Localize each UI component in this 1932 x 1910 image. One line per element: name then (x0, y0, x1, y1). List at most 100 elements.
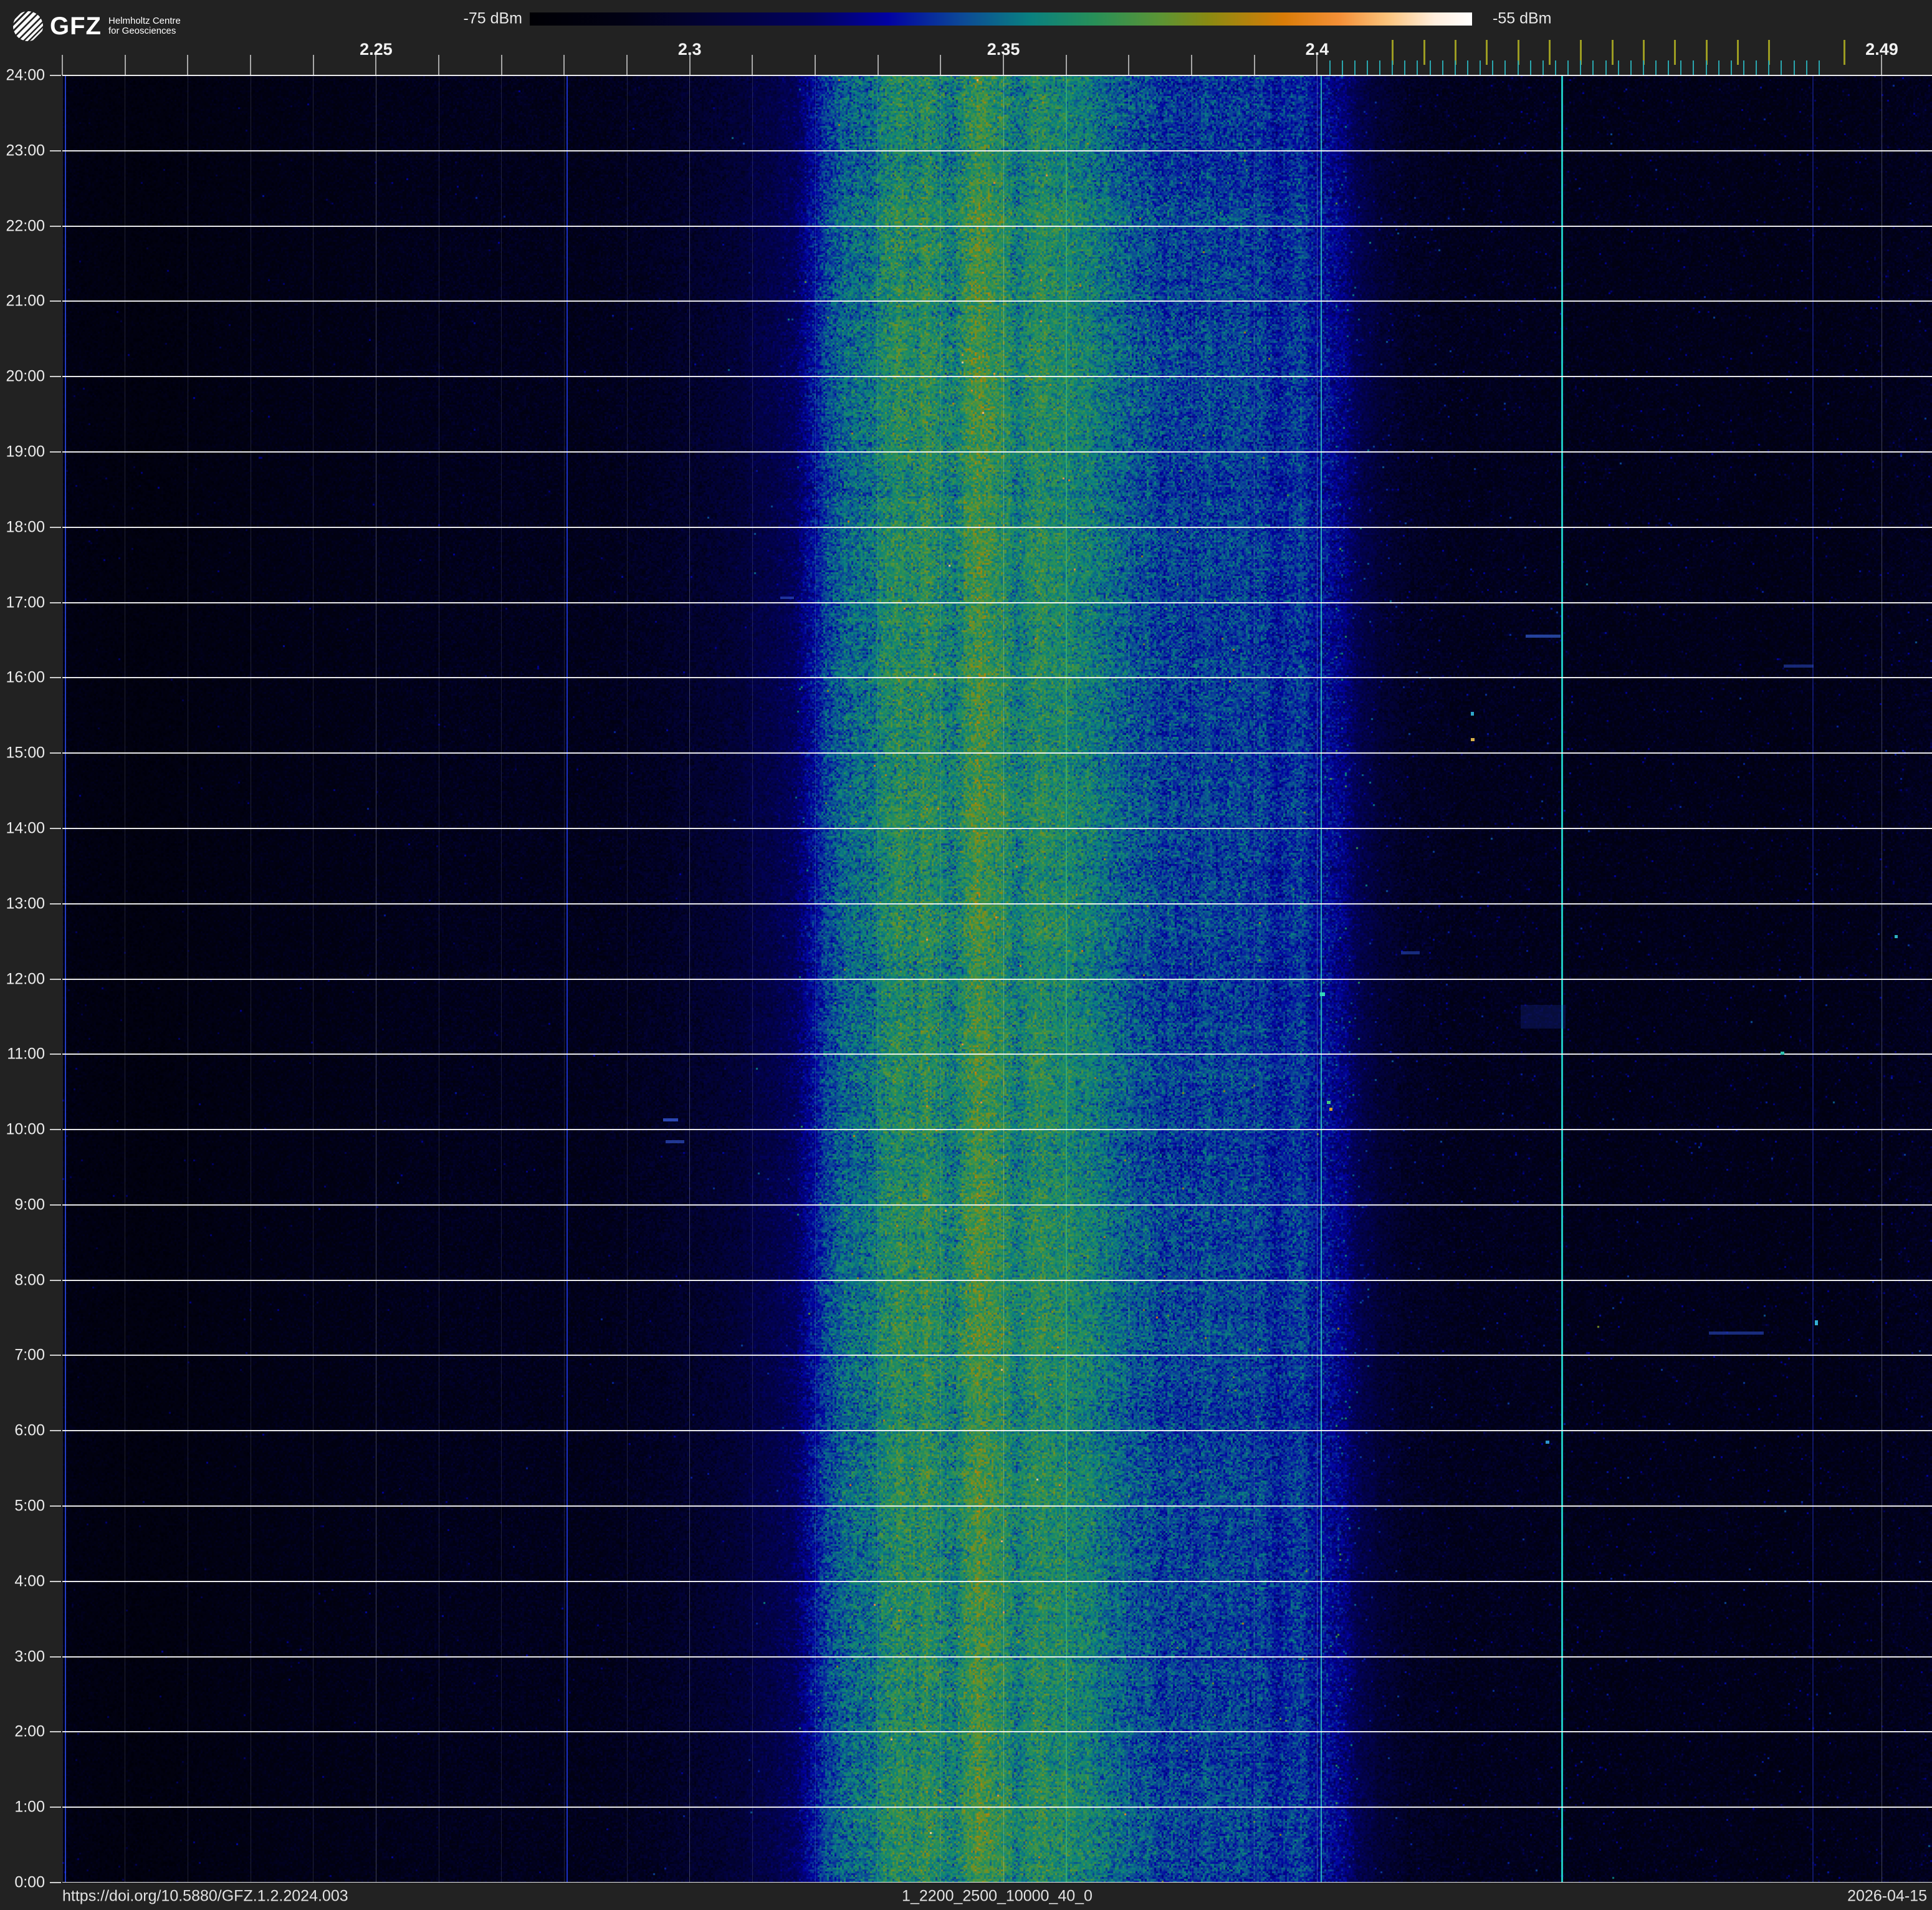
hour-gridline (62, 376, 1932, 377)
hour-gridline (62, 451, 1932, 453)
signal-event (1327, 1101, 1331, 1104)
doi-link[interactable]: https://doi.org/10.5880/GFZ.1.2.2024.003 (62, 1888, 348, 1906)
wifi-channel-tick (1486, 40, 1488, 65)
ble-channel-tick (1680, 60, 1681, 75)
signal-event (1521, 1005, 1566, 1029)
frequency-tick (815, 55, 816, 75)
frequency-axis: 2.25 2.3 2.35 2.4 2.49 (0, 0, 1932, 75)
time-tick-label: 15:00 (6, 744, 45, 762)
time-tick-label: 22:00 (6, 217, 45, 235)
time-tick (50, 979, 61, 980)
frequency-tick (125, 55, 126, 75)
ble-channel-tick (1392, 60, 1393, 75)
hour-gridline (62, 150, 1932, 151)
hour-gridline (62, 75, 1932, 76)
frequency-tick (1128, 55, 1129, 75)
signal-event (1815, 1320, 1818, 1325)
signal-event (1401, 951, 1420, 954)
ble-channel-tick (1417, 60, 1418, 75)
ble-channel-tick (1655, 60, 1657, 75)
time-tick (50, 903, 61, 905)
ble-channel-tick (1430, 60, 1431, 75)
ble-channel-tick (1731, 60, 1732, 75)
time-tick-label: 11:00 (7, 1045, 45, 1063)
hour-gridline (62, 752, 1932, 754)
signal-event (1471, 712, 1474, 716)
signal-event (666, 1140, 684, 1143)
frequency-tick (438, 55, 439, 75)
frequency-tick (1254, 55, 1255, 75)
ble-channel-tick (1706, 60, 1707, 75)
ble-channel-tick (1367, 60, 1368, 75)
hour-gridline (62, 300, 1932, 302)
wifi-channel-tick (1674, 40, 1676, 65)
time-tick-label: 1:00 (14, 1798, 45, 1816)
signal-event (1546, 1441, 1549, 1444)
time-tick-label: 19:00 (6, 443, 45, 461)
time-tick-label: 6:00 (14, 1422, 45, 1440)
hour-gridline (62, 903, 1932, 905)
time-tick-label: 10:00 (6, 1121, 45, 1139)
hour-gridline (62, 527, 1932, 528)
signal-event (1471, 738, 1475, 741)
ble-channel-tick (1630, 60, 1632, 75)
wifi-channel-tick (1549, 40, 1551, 65)
frequency-tick-label: 2.35 (987, 40, 1020, 59)
hour-gridline (62, 1807, 1932, 1808)
signal-event (1320, 992, 1325, 996)
frequency-tick (878, 55, 879, 75)
ble-channel-tick (1819, 60, 1820, 75)
ble-channel-tick (1580, 60, 1581, 75)
time-tick (50, 527, 61, 528)
time-tick (50, 1355, 61, 1356)
time-tick (50, 226, 61, 227)
time-tick-label: 2:00 (14, 1723, 45, 1741)
signal-event (1526, 635, 1561, 638)
time-tick-label: 14:00 (6, 819, 45, 837)
time-tick (50, 1430, 61, 1431)
time-tick-label: 12:00 (6, 970, 45, 988)
ble-channel-tick (1768, 60, 1769, 75)
ble-channel-tick (1567, 60, 1569, 75)
time-tick-label: 17:00 (6, 593, 45, 612)
time-tick (50, 677, 61, 678)
hour-gridline (62, 1505, 1932, 1507)
hour-gridline (62, 1656, 1932, 1658)
frequency-tick-label: 2.49 (1865, 40, 1898, 59)
hour-gridline (62, 1280, 1932, 1281)
hour-gridline (62, 1581, 1932, 1582)
time-tick (50, 1731, 61, 1732)
signal-event (1781, 1052, 1784, 1055)
hour-gridline (62, 1053, 1932, 1055)
signal-event (1784, 665, 1814, 668)
signal-event (1895, 935, 1898, 938)
time-tick-label: 8:00 (14, 1271, 45, 1289)
ble-channel-tick (1806, 60, 1807, 75)
ble-channel-tick (1467, 60, 1468, 75)
hour-gridline (62, 1204, 1932, 1206)
frequency-tick-label: 2.4 (1306, 40, 1329, 59)
frequency-tick (940, 55, 941, 75)
ble-channel-tick (1480, 60, 1481, 75)
time-tick (50, 828, 61, 829)
ble-channel-tick (1794, 60, 1795, 75)
frequency-tick-label: 2.25 (360, 40, 393, 59)
time-tick-label: 13:00 (6, 895, 45, 913)
ble-channel-tick (1329, 60, 1331, 75)
hour-gridline (62, 1355, 1932, 1356)
time-tick-label: 16:00 (6, 669, 45, 687)
frequency-tick (1191, 55, 1192, 75)
hour-gridline (62, 677, 1932, 678)
hour-gridline (62, 1129, 1932, 1130)
hour-gridline (62, 602, 1932, 603)
signal-event (780, 597, 794, 599)
frequency-tick (250, 55, 251, 75)
frequency-tick-label: 2.3 (678, 40, 702, 59)
spectrogram-app: GFZ Helmholtz Centre for Geosciences -75… (0, 0, 1932, 1910)
time-tick-label: 24:00 (6, 67, 45, 85)
ble-channel-tick (1781, 60, 1782, 75)
ble-channel-tick (1354, 60, 1356, 75)
hour-gridline (62, 1731, 1932, 1732)
frequency-tick (563, 55, 565, 75)
frequency-tick (313, 55, 314, 75)
